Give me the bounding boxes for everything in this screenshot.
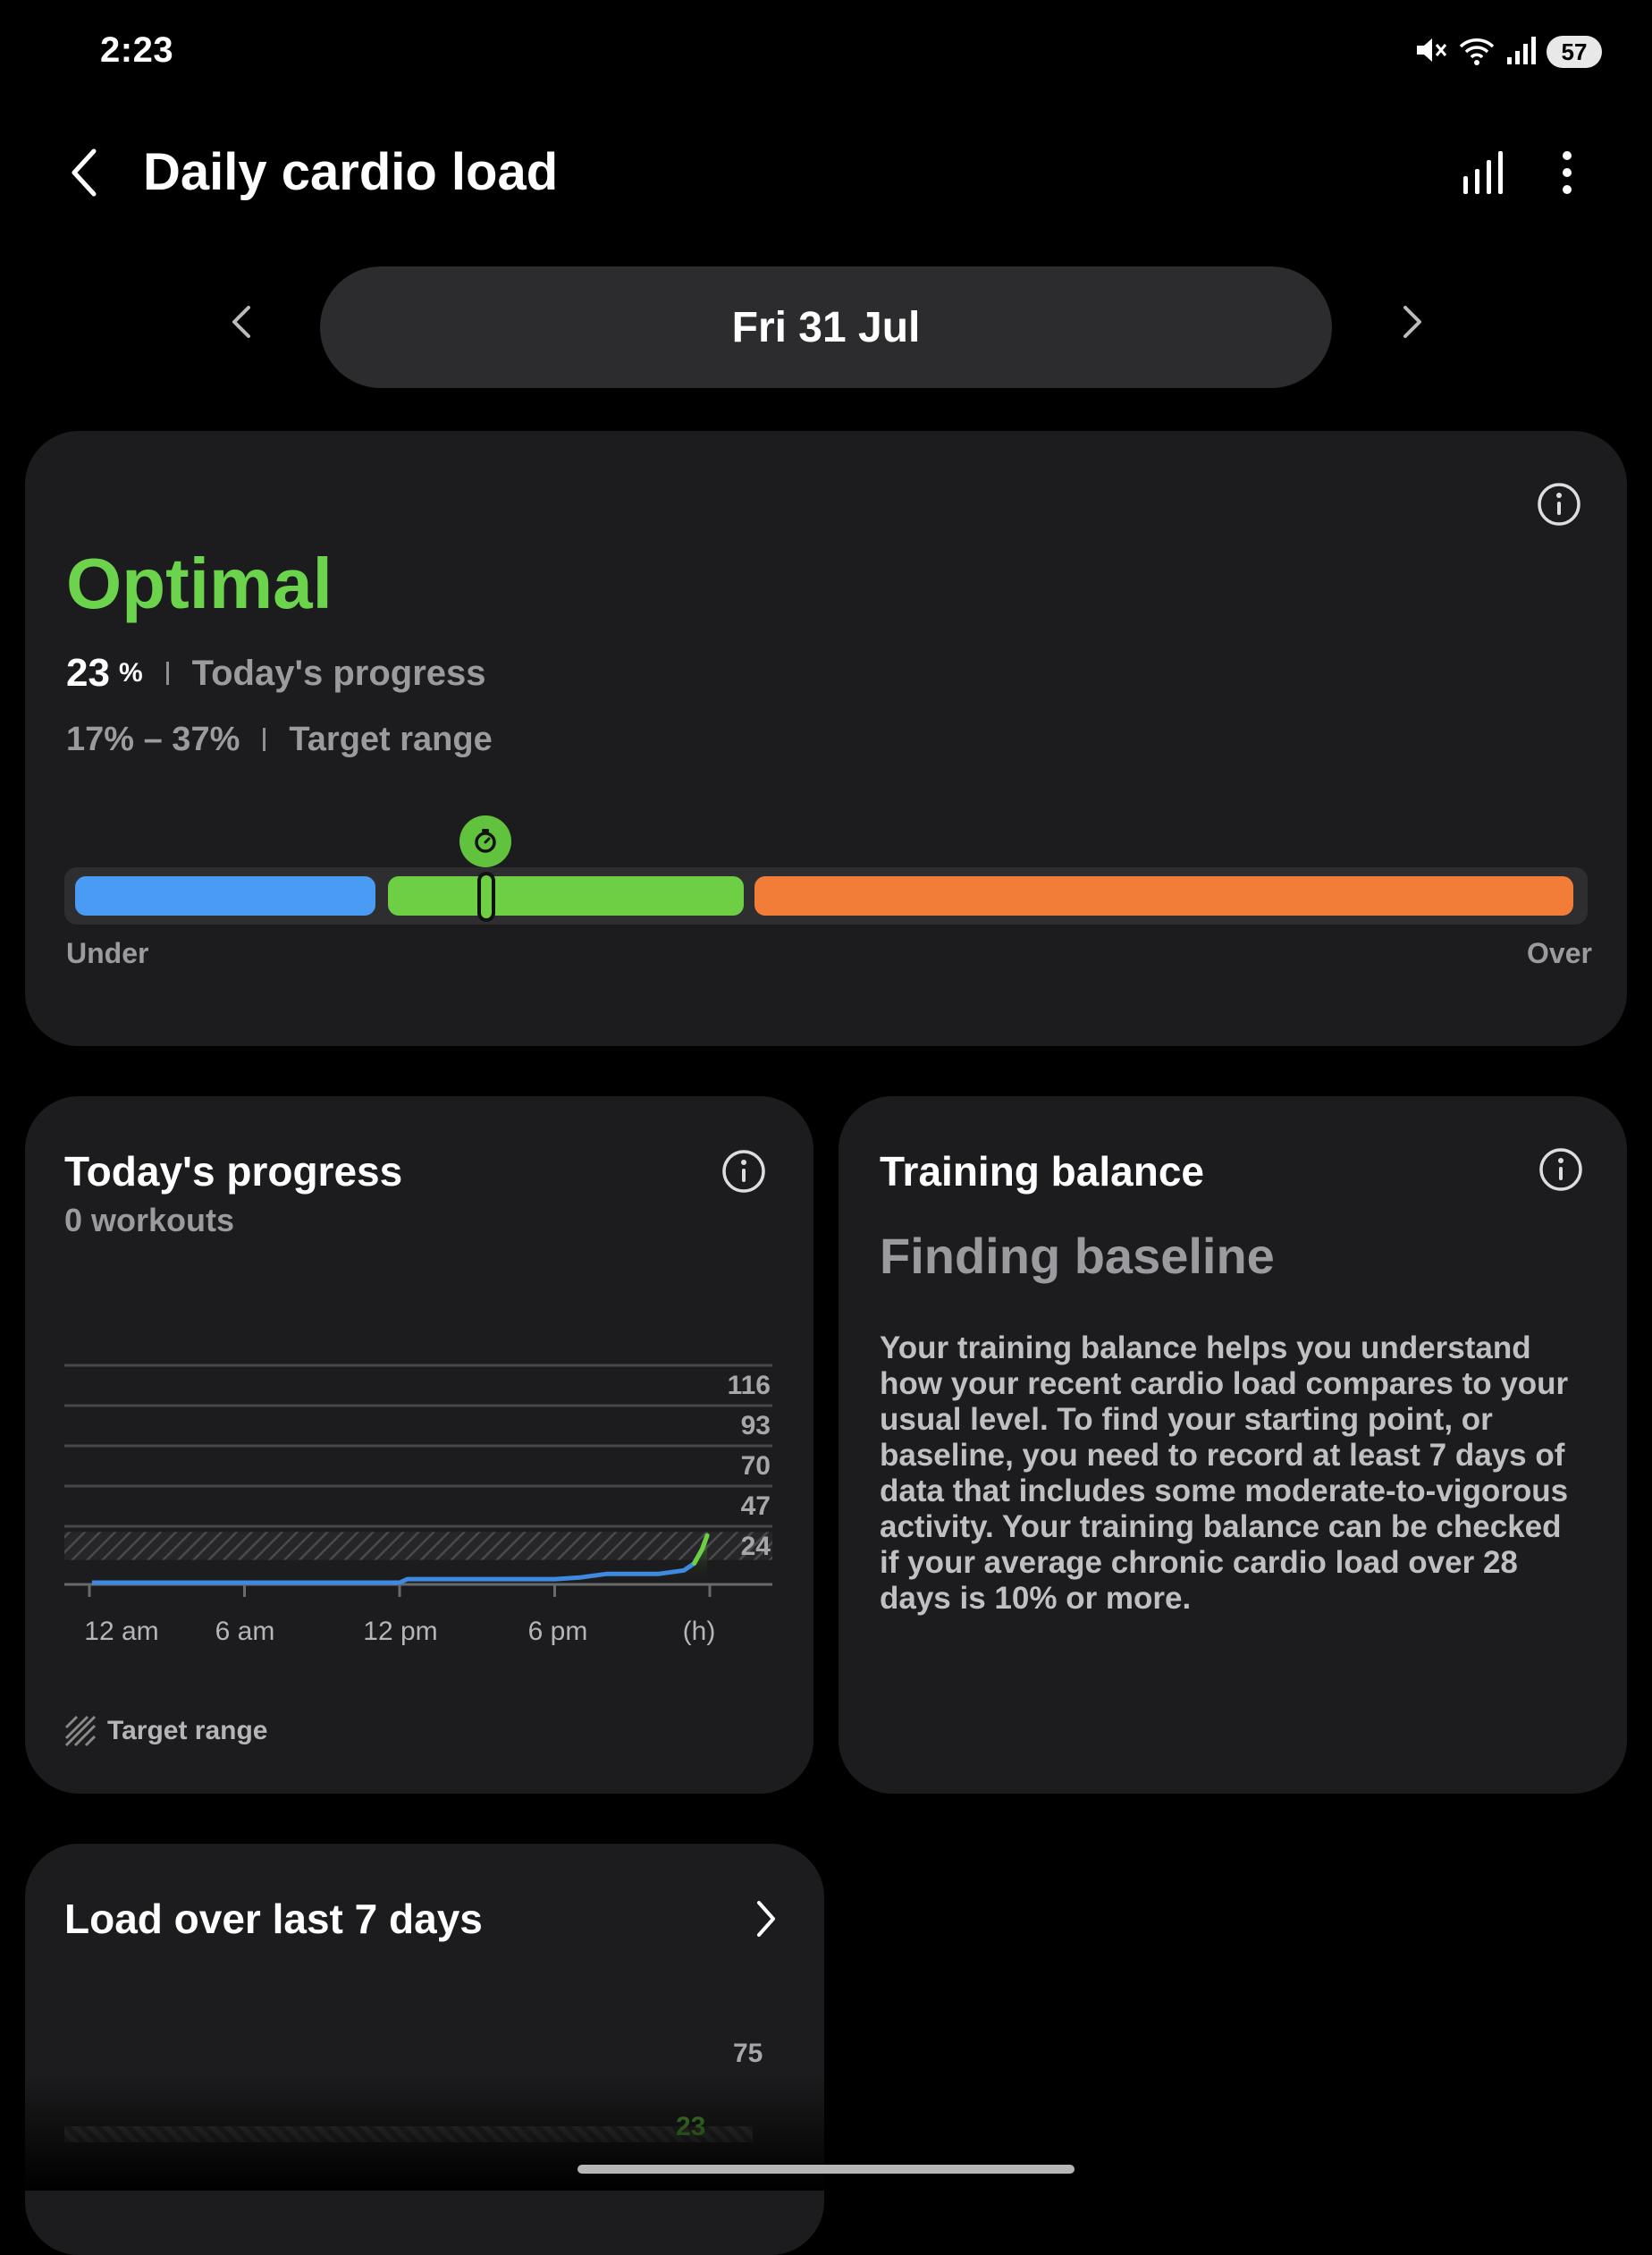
progress-row: 23 % Today's progress <box>66 651 486 696</box>
load-7-days-y-label: 75 <box>733 2039 763 2068</box>
wifi-icon <box>1457 32 1496 72</box>
status-time: 2:23 <box>100 30 174 70</box>
legend-target-range-label: Target range <box>107 1716 268 1745</box>
x-tick-label: 6 am <box>215 1617 275 1645</box>
stopwatch-icon <box>475 829 496 853</box>
back-button[interactable] <box>54 141 116 204</box>
progress-unit: % <box>118 658 143 688</box>
info-icon <box>1538 483 1580 526</box>
load-7-days-open-button[interactable] <box>744 1894 788 1944</box>
progress-info-button[interactable] <box>719 1146 769 1196</box>
scale-over-label: Over <box>1527 937 1592 969</box>
more-options-button[interactable] <box>1538 141 1597 204</box>
under-segment <box>75 876 375 916</box>
balance-description: Your training balance helps you understa… <box>880 1330 1569 1616</box>
y-tick-label: 47 <box>741 1491 771 1521</box>
x-tick-label: 12 am <box>84 1617 158 1645</box>
statistics-button[interactable] <box>1454 141 1513 204</box>
load-status: Optimal <box>66 544 333 623</box>
chevron-right-icon <box>1403 306 1421 338</box>
target-range-value: 17% – 37% <box>66 721 240 758</box>
signal-icon <box>1505 32 1538 72</box>
workouts-count: 0 workouts <box>64 1202 235 1238</box>
optimal-segment <box>388 876 744 916</box>
divider <box>165 662 169 685</box>
balance-state: Finding baseline <box>880 1228 1275 1284</box>
x-tick-label: 12 pm <box>363 1617 437 1645</box>
load-scale-bar <box>64 867 1588 925</box>
info-icon <box>1539 1148 1582 1191</box>
mute-icon <box>1412 32 1448 72</box>
home-indicator[interactable] <box>577 2165 1075 2174</box>
todays-progress-chart: 116 93 70 47 24 12 am 6 am 12 pm 6 pm (h) <box>64 1364 772 1645</box>
info-icon <box>722 1150 765 1193</box>
y-tick-label: 24 <box>741 1532 771 1561</box>
back-arrow-icon <box>72 148 97 197</box>
y-tick-label: 116 <box>728 1371 771 1400</box>
y-tick-label: 93 <box>741 1411 771 1440</box>
hatch-pattern-icon <box>64 1715 97 1747</box>
load-7-days-title: Load over last 7 days <box>64 1896 483 1942</box>
status-icons: 57 <box>1412 32 1602 72</box>
divider <box>263 728 266 751</box>
x-tick-label: (h) <box>683 1617 716 1645</box>
chart-legend: Target range <box>64 1715 268 1747</box>
scale-under-label: Under <box>66 937 149 969</box>
progress-marker <box>477 872 495 922</box>
chevron-left-icon <box>232 306 250 338</box>
target-range-label: Target range <box>289 721 493 758</box>
next-day-button[interactable] <box>1386 295 1439 349</box>
progress-label: Today's progress <box>191 654 486 693</box>
target-row: 17% – 37% Target range <box>66 717 493 762</box>
target-range-band <box>64 1532 772 1560</box>
progress-marker-badge <box>459 815 511 867</box>
todays-progress-title: Today's progress <box>64 1148 403 1195</box>
summary-info-button[interactable] <box>1534 479 1584 529</box>
x-tick-label: 6 pm <box>528 1617 588 1645</box>
y-tick-label: 70 <box>741 1451 771 1481</box>
chevron-right-icon <box>757 1901 775 1937</box>
previous-day-button[interactable] <box>215 295 268 349</box>
balance-info-button[interactable] <box>1536 1144 1586 1195</box>
page-title: Daily cardio load <box>143 143 559 201</box>
bar-chart-icon <box>1463 151 1503 194</box>
date-selector[interactable]: Fri 31 Jul <box>320 266 1332 388</box>
more-vertical-icon <box>1563 151 1572 194</box>
training-balance-title: Training balance <box>880 1148 1204 1195</box>
progress-value: 23 <box>66 651 110 695</box>
battery-icon: 57 <box>1547 36 1602 68</box>
over-segment <box>754 876 1573 916</box>
